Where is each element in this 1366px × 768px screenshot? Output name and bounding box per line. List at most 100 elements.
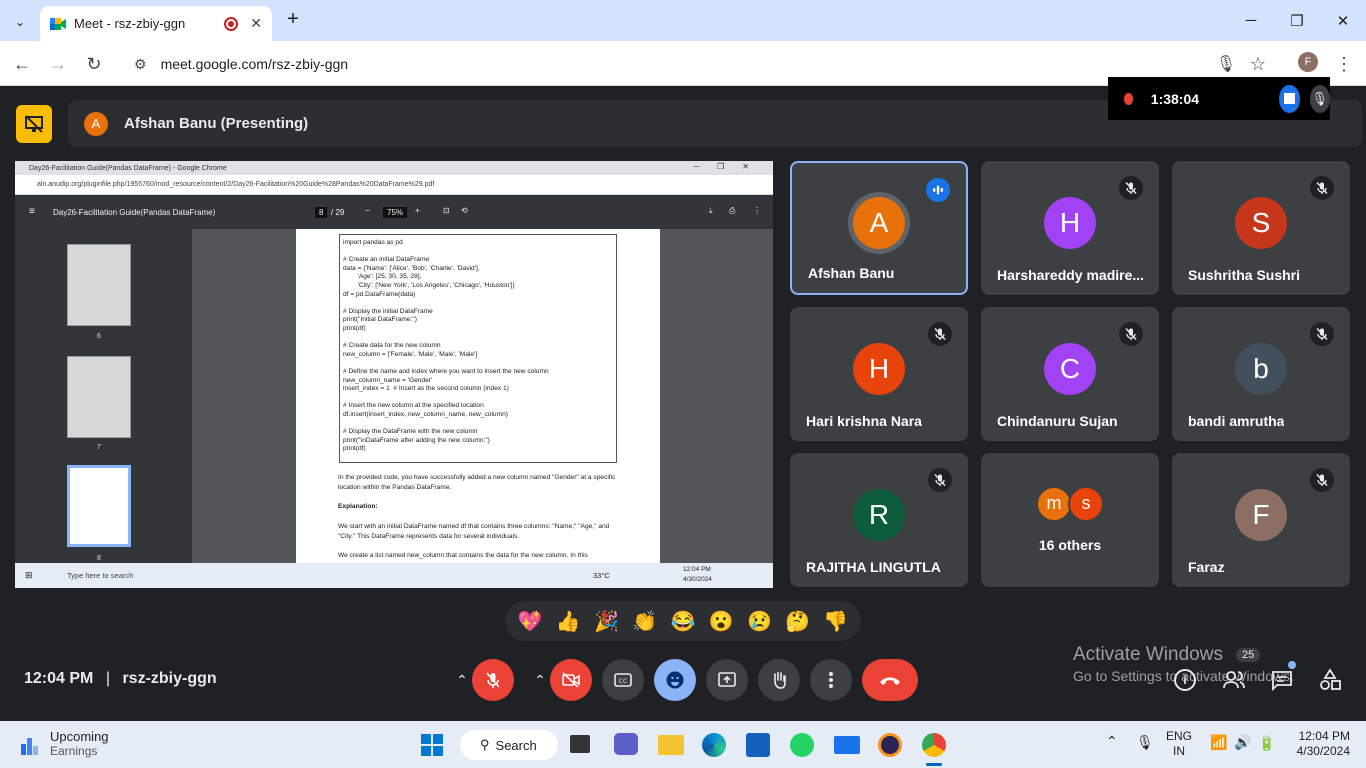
wifi-icon[interactable]: 📶 <box>1210 734 1227 751</box>
show-hidden-icons[interactable]: ⌃ <box>1106 733 1118 750</box>
chat-icon[interactable] <box>1270 661 1296 696</box>
profile-avatar[interactable]: F <box>1298 52 1318 72</box>
meeting-info: 12:04 PM | rsz-zbiy-ggn <box>24 670 217 688</box>
people-icon[interactable] <box>1222 669 1246 696</box>
code-line: new_column = ['Female', 'Male', 'Male', … <box>343 350 478 358</box>
tears-of-joy-icon[interactable]: 😂 <box>671 609 696 634</box>
pdf-download-icon[interactable]: ⤓ <box>709 206 713 216</box>
sparkling-heart-icon[interactable]: 💖 <box>518 609 543 634</box>
site-info-icon[interactable]: ⚙ <box>134 56 147 73</box>
close-tab-icon[interactable]: ✕ <box>250 15 262 32</box>
thinking-face-icon[interactable]: 🤔 <box>785 609 810 634</box>
present-screen-button[interactable] <box>706 659 748 701</box>
pdf-thumbnail[interactable] <box>67 244 131 326</box>
minimize-button[interactable]: ─ <box>1228 0 1274 41</box>
taskbar-search-label: Search <box>495 737 537 753</box>
taskbar-search-box[interactable]: ⚲ Search <box>460 730 558 760</box>
tab-search-button[interactable]: ⌄ <box>8 10 32 34</box>
video-options-chevron-icon[interactable]: ⌃ <box>530 670 550 690</box>
chrome-menu-icon[interactable]: ⋮ <box>1330 50 1358 78</box>
store-icon[interactable] <box>746 733 770 757</box>
clock[interactable]: 12:04 PM 4/30/2024 <box>1284 729 1350 759</box>
pdf-thumbnail[interactable] <box>67 356 131 438</box>
pdf-zoom-out-icon[interactable]: − <box>365 206 370 215</box>
leave-call-button[interactable] <box>862 659 918 701</box>
pdf-zoom-value[interactable]: 75% <box>383 207 408 218</box>
pdf-rotate-icon[interactable]: ⟲ <box>461 206 468 215</box>
widgets-button[interactable]: Upcoming Earnings <box>20 729 109 759</box>
surprised-face-icon[interactable]: 😮 <box>709 609 734 634</box>
reload-button[interactable]: ↻ <box>80 50 108 78</box>
avatar: b <box>1235 342 1287 395</box>
participant-tile[interactable]: C Chindanuru Sujan <box>981 307 1159 441</box>
party-popper-icon[interactable]: 🎉 <box>594 609 619 634</box>
recording-mic-button[interactable]: 🎙 <box>1309 84 1331 113</box>
emoji-reactions-button[interactable] <box>654 659 696 701</box>
active-app-indicator <box>926 763 942 766</box>
microphone-icon[interactable]: 🎙 <box>1212 50 1240 78</box>
pdf-menu-icon[interactable]: ≡ <box>29 206 35 217</box>
pdf-page-current[interactable]: 8 <box>315 207 328 218</box>
participant-name: 16 others <box>1038 537 1102 553</box>
back-button[interactable]: ← <box>8 50 36 78</box>
presentation-toggle-button[interactable] <box>16 105 52 143</box>
captions-button[interactable]: CC <box>602 659 644 701</box>
shared-start-icon: ⊞ <box>25 570 33 580</box>
new-tab-button[interactable]: + <box>282 8 304 30</box>
pdf-fit-icon[interactable]: ⊡ <box>443 206 450 215</box>
participant-tile[interactable]: A Afshan Banu <box>790 161 968 295</box>
file-explorer-icon[interactable] <box>658 735 684 755</box>
raise-hand-button[interactable] <box>758 659 800 701</box>
crying-face-icon[interactable]: 😢 <box>747 609 772 634</box>
audio-options-chevron-icon[interactable]: ⌃ <box>452 670 472 690</box>
stop-recording-button[interactable] <box>1279 84 1300 113</box>
participant-tile[interactable]: F Faraz <box>1172 453 1350 587</box>
thumbs-down-icon[interactable]: 👎 <box>823 609 848 634</box>
meeting-details-icon[interactable]: i <box>1174 669 1196 691</box>
activities-icon[interactable] <box>1318 668 1342 697</box>
shared-taskbar-temp: 33°C <box>593 571 610 580</box>
participant-name: Afshan Banu <box>808 265 895 281</box>
teams-icon[interactable] <box>614 733 638 755</box>
participant-tile[interactable]: H Hari krishna Nara <box>790 307 968 441</box>
eclipse-icon[interactable] <box>878 733 902 757</box>
more-options-button[interactable] <box>810 659 852 701</box>
battery-icon[interactable]: 🔋 <box>1258 735 1275 752</box>
pdf-zoom-in-icon[interactable]: + <box>415 206 420 215</box>
participant-tile[interactable]: H Harshareddy madire... <box>981 161 1159 295</box>
volume-icon[interactable]: 🔊 <box>1234 734 1251 751</box>
language-indicator[interactable]: ENG IN <box>1166 729 1192 759</box>
avatar: m <box>1036 485 1072 522</box>
participant-tile[interactable]: S Sushritha Sushri <box>1172 161 1350 295</box>
pdf-paragraph: We create a list named new_column that c… <box>338 552 588 559</box>
tray-mic-icon[interactable]: 🎙 <box>1136 734 1154 751</box>
close-window-button[interactable]: ✕ <box>1320 0 1366 41</box>
participant-tile[interactable]: b bandi amrutha <box>1172 307 1350 441</box>
edge-icon[interactable] <box>702 733 726 757</box>
chrome-icon[interactable] <box>922 733 946 757</box>
whatsapp-icon[interactable] <box>790 733 814 757</box>
forward-button[interactable]: → <box>44 50 72 78</box>
mail-icon[interactable] <box>834 736 860 754</box>
participant-tile[interactable]: m s 16 others <box>981 453 1159 587</box>
address-bar[interactable]: ⚙ meet.google.com/rsz-zbiy-ggn <box>120 47 1280 81</box>
thumbs-up-icon[interactable]: 👍 <box>556 609 581 634</box>
participant-tile[interactable]: R RAJITHA LINGUTLA <box>790 453 968 587</box>
pdf-thumbnail-selected[interactable] <box>67 465 131 547</box>
bookmark-star-icon[interactable]: ☆ <box>1244 50 1272 78</box>
clapping-hands-icon[interactable]: 👏 <box>632 609 657 634</box>
search-icon: ⚲ <box>480 737 490 752</box>
microphone-toggle-button[interactable] <box>472 659 514 701</box>
maximize-button[interactable]: ❐ <box>1274 0 1320 41</box>
code-line: df = pd.DataFrame(data) <box>343 290 416 298</box>
start-button[interactable] <box>420 733 444 762</box>
task-view-icon[interactable] <box>570 735 590 753</box>
pdf-more-icon[interactable]: ⋮ <box>753 206 761 215</box>
pdf-doc-title: Day26-Facilitation Guide(Pandas DataFram… <box>53 208 216 217</box>
pdf-print-icon[interactable]: ⎙ <box>729 206 735 216</box>
camera-toggle-button[interactable] <box>550 659 592 701</box>
recording-indicator-icon <box>224 16 239 31</box>
tab-meet[interactable]: Meet - rsz-zbiy-ggn ✕ <box>40 6 272 41</box>
